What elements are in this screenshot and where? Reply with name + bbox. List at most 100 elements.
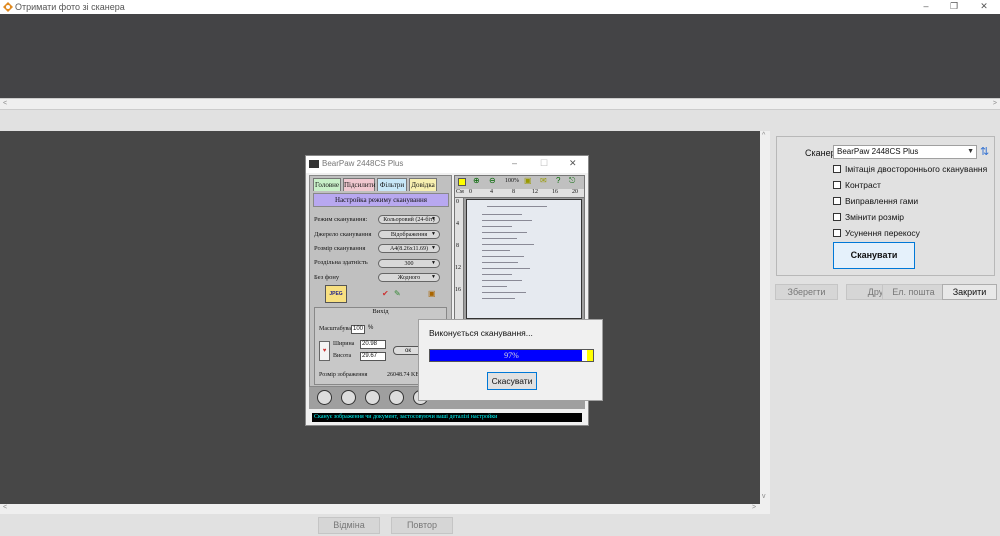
cancel-button[interactable]: Скасувати xyxy=(487,372,537,390)
field-label: Роздільна здатність xyxy=(314,259,368,266)
ruler-tick: 4 xyxy=(490,189,493,195)
fit-icon[interactable]: ▣ xyxy=(524,176,532,185)
zoom-in-icon[interactable]: ⊕ xyxy=(473,176,480,185)
exit-icon[interactable]: ⎋ xyxy=(569,176,575,186)
copy-icon[interactable] xyxy=(365,390,380,405)
scale-input[interactable]: 100 xyxy=(351,325,365,334)
horizontal-ruler: См 0 4 8 12 16 20 xyxy=(455,189,584,198)
scan-size-select[interactable]: A4(8.26x11.69) ▼ xyxy=(378,244,440,253)
lock-icon[interactable]: ♥ xyxy=(319,341,330,361)
image-size-value: 26048.74 KB xyxy=(387,372,420,378)
field-label: Без фону xyxy=(314,274,340,281)
ruler-tick: 8 xyxy=(512,189,515,195)
ruler-tick: 20 xyxy=(572,189,578,195)
scroll-left-icon[interactable]: < xyxy=(3,504,7,511)
chevron-down-icon: ▼ xyxy=(431,217,436,222)
save-icon[interactable] xyxy=(341,390,356,405)
option-deskew[interactable]: Усунення перекосу xyxy=(833,228,920,238)
chevron-down-icon: ▼ xyxy=(431,261,436,266)
chevron-down-icon: ▼ xyxy=(967,148,974,155)
scroll-right-icon[interactable]: > xyxy=(993,100,997,107)
minimize-button[interactable]: – xyxy=(912,0,940,14)
close-icon[interactable]: ✕ xyxy=(569,158,577,169)
app-icon xyxy=(3,2,13,12)
width-input[interactable]: 20.98 xyxy=(360,340,386,349)
minimize-icon[interactable]: – xyxy=(512,158,517,168)
dialog-title: BearPaw 2448CS Plus xyxy=(322,159,404,168)
ruler-tick: 0 xyxy=(456,199,459,205)
title-bar: Отримати фото зі сканера – ❐ ✕ xyxy=(0,0,1000,14)
chevron-down-icon: ▼ xyxy=(431,275,436,280)
background-select[interactable]: Жодного ▼ xyxy=(378,273,440,282)
scanner-select-value: BearPaw 2448CS Plus xyxy=(837,147,919,156)
field-label: Режим сканування: xyxy=(314,216,368,223)
window-title: Отримати фото зі сканера xyxy=(15,2,125,12)
scroll-left-icon[interactable]: < xyxy=(3,100,7,107)
width-label: Ширина xyxy=(333,341,355,347)
checkbox[interactable] xyxy=(833,229,841,237)
scroll-up-icon[interactable]: ^ xyxy=(762,132,765,139)
ruler-tick: 0 xyxy=(469,189,472,195)
email-button[interactable]: Ел. пошта xyxy=(882,284,945,300)
tab-main[interactable]: Головне xyxy=(313,178,341,191)
resolution-select[interactable]: 300 ▼ xyxy=(378,259,440,268)
ruler-unit: См xyxy=(456,189,464,195)
scroll-down-icon[interactable]: v xyxy=(762,493,766,500)
chevron-down-icon: ▼ xyxy=(431,246,436,251)
ruler-tick: 8 xyxy=(456,243,459,249)
ruler-tick: 12 xyxy=(532,189,538,195)
field-label: Джерело сканування xyxy=(314,231,372,238)
height-input[interactable]: 29.67 xyxy=(360,352,386,361)
dialog-status-bar: Сканує зображення чи документ, застосову… xyxy=(312,413,582,422)
output-title: Вихід xyxy=(372,308,389,315)
pdf-icon[interactable] xyxy=(389,390,404,405)
check-icon[interactable]: ✔ xyxy=(382,289,389,298)
checkbox[interactable] xyxy=(833,197,841,205)
edit-icon[interactable]: ✎ xyxy=(394,289,401,298)
option-duplex[interactable]: Імітація двостороннього сканування xyxy=(833,164,987,174)
option-resize[interactable]: Змінити розмір xyxy=(833,212,904,222)
chevron-down-icon: ▼ xyxy=(431,232,436,237)
scan-source-select[interactable]: Відображення ▼ xyxy=(378,230,440,239)
option-gamma[interactable]: Виправлення гами xyxy=(833,196,918,206)
progress-label: Виконується сканування... xyxy=(429,328,533,338)
ruler-tick: 4 xyxy=(456,221,459,227)
save-button[interactable]: Зберегти xyxy=(775,284,838,300)
checkbox[interactable] xyxy=(833,165,841,173)
preview-vertical-scrollbar[interactable]: ^ v xyxy=(760,131,770,504)
ruler-tick: 12 xyxy=(455,265,461,271)
jpeg2000-icon[interactable]: JPEG 2000 xyxy=(325,285,347,314)
refresh-icon[interactable]: ⇅ xyxy=(980,145,989,158)
scanner-select[interactable]: BearPaw 2448CS Plus ▼ xyxy=(833,145,977,159)
thumbnail-strip[interactable] xyxy=(0,14,1000,98)
section-title: Настройка режиму сканування xyxy=(313,193,449,207)
option-contrast[interactable]: Контраст xyxy=(833,180,881,190)
checkbox[interactable] xyxy=(833,213,841,221)
close-button[interactable]: Закрити xyxy=(942,284,997,300)
tab-help[interactable]: Довідка xyxy=(409,178,437,191)
scanner-settings-panel: Сканер: BearPaw 2448CS Plus ▼ ⇅ Імітація… xyxy=(776,136,995,276)
zoom-100-label[interactable]: 100% xyxy=(505,178,519,184)
maximize-icon: ☐ xyxy=(540,158,549,168)
comment-icon[interactable]: ✉ xyxy=(540,176,547,185)
thumbnail-scrollbar[interactable]: < > xyxy=(0,98,1000,110)
preview-horizontal-scrollbar[interactable]: < > xyxy=(0,504,770,514)
progress-bar: 97% xyxy=(429,349,594,362)
repeat-button[interactable]: Повтор xyxy=(391,517,453,534)
preview-toolbar: ⊕ ⊖ 100% ▣ ✉ ? ⎋ xyxy=(455,176,584,189)
export-icon[interactable]: ▣ xyxy=(428,289,436,298)
scroll-right-icon[interactable]: > xyxy=(752,504,756,511)
close-window-button[interactable]: ✕ xyxy=(970,0,998,14)
preview-scan-icon[interactable] xyxy=(317,390,332,405)
maximize-button[interactable]: ❐ xyxy=(940,0,968,14)
checkbox[interactable] xyxy=(833,181,841,189)
scan-mode-select[interactable]: Кольоровий (24-біт) ▼ xyxy=(378,215,440,224)
help-icon[interactable]: ? xyxy=(556,176,560,185)
zoom-out-icon[interactable]: ⊖ xyxy=(489,176,496,185)
select-icon[interactable] xyxy=(458,178,466,186)
tab-filters[interactable]: Фільтри xyxy=(377,178,407,191)
scanned-document-preview[interactable] xyxy=(466,199,582,319)
scan-button[interactable]: Сканувати xyxy=(833,242,915,269)
tab-enhance[interactable]: Підсилити xyxy=(343,178,375,191)
undo-button[interactable]: Відміна xyxy=(318,517,380,534)
